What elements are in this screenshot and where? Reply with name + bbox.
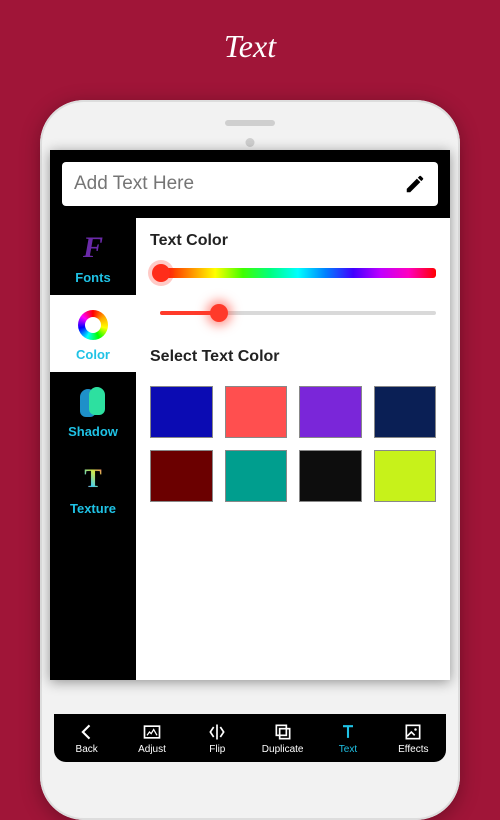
page-title: Text [0,0,500,83]
side-tab-shadow[interactable]: Shadow [50,372,136,449]
color-content: Text Color Select Text Color [136,218,450,680]
side-tab-label: Shadow [54,424,132,439]
toolbar-label: Duplicate [262,744,304,755]
text-editor-panel: F Fonts Color Shadow T Texture Text Color Sel… [50,150,450,680]
phone-sensor [246,138,255,147]
color-swatch[interactable] [150,450,213,502]
toolbar-label: Back [76,744,98,755]
color-swatch[interactable] [225,450,288,502]
side-tab-label: Texture [54,501,132,516]
edit-icon[interactable] [404,173,426,195]
saturation-thumb[interactable] [210,304,228,322]
toolbar-adjust[interactable]: Adjust [119,714,184,762]
toolbar-label: Flip [209,744,225,755]
toolbar-back[interactable]: Back [54,714,119,762]
toolbar-flip[interactable]: Flip [185,714,250,762]
color-ring-icon [78,310,108,340]
side-tab-fonts[interactable]: F Fonts [50,218,136,295]
side-tab-color[interactable]: Color [50,295,136,372]
toolbar-label: Effects [398,744,428,755]
hue-slider[interactable] [150,264,436,282]
hue-track [160,268,436,278]
color-swatch[interactable] [374,450,437,502]
toolbar-label: Text [339,744,357,755]
adjust-icon [142,722,162,742]
text-input-row [62,162,438,206]
panel-body: F Fonts Color Shadow T Texture Text Color Sel… [50,218,450,680]
toolbar-duplicate[interactable]: Duplicate [250,714,315,762]
effects-icon [403,722,423,742]
hue-thumb[interactable] [152,264,170,282]
side-tab-texture[interactable]: T Texture [50,449,136,526]
toolbar-effects[interactable]: Effects [381,714,446,762]
color-swatch[interactable] [299,450,362,502]
bottom-toolbar: Back Adjust Flip Duplicate Text Effects [54,714,446,762]
texture-icon: T [84,464,101,494]
color-swatch[interactable] [374,386,437,438]
text-icon [338,722,358,742]
phone-speaker [225,120,275,126]
fonts-icon: F [83,233,103,263]
text-input[interactable] [74,162,404,206]
shadow-icon [80,387,106,417]
select-color-title: Select Text Color [150,348,436,366]
side-tab-label: Fonts [54,270,132,285]
saturation-slider[interactable] [150,304,436,322]
toolbar-text[interactable]: Text [315,714,380,762]
color-swatch[interactable] [225,386,288,438]
duplicate-icon [273,722,293,742]
side-tab-label: Color [54,347,132,362]
color-swatch[interactable] [150,386,213,438]
flip-icon [207,722,227,742]
toolbar-label: Adjust [138,744,166,755]
side-tabs: F Fonts Color Shadow T Texture [50,218,136,680]
back-icon [77,722,97,742]
text-color-title: Text Color [150,232,436,250]
color-swatch[interactable] [299,386,362,438]
swatch-grid [150,386,436,502]
